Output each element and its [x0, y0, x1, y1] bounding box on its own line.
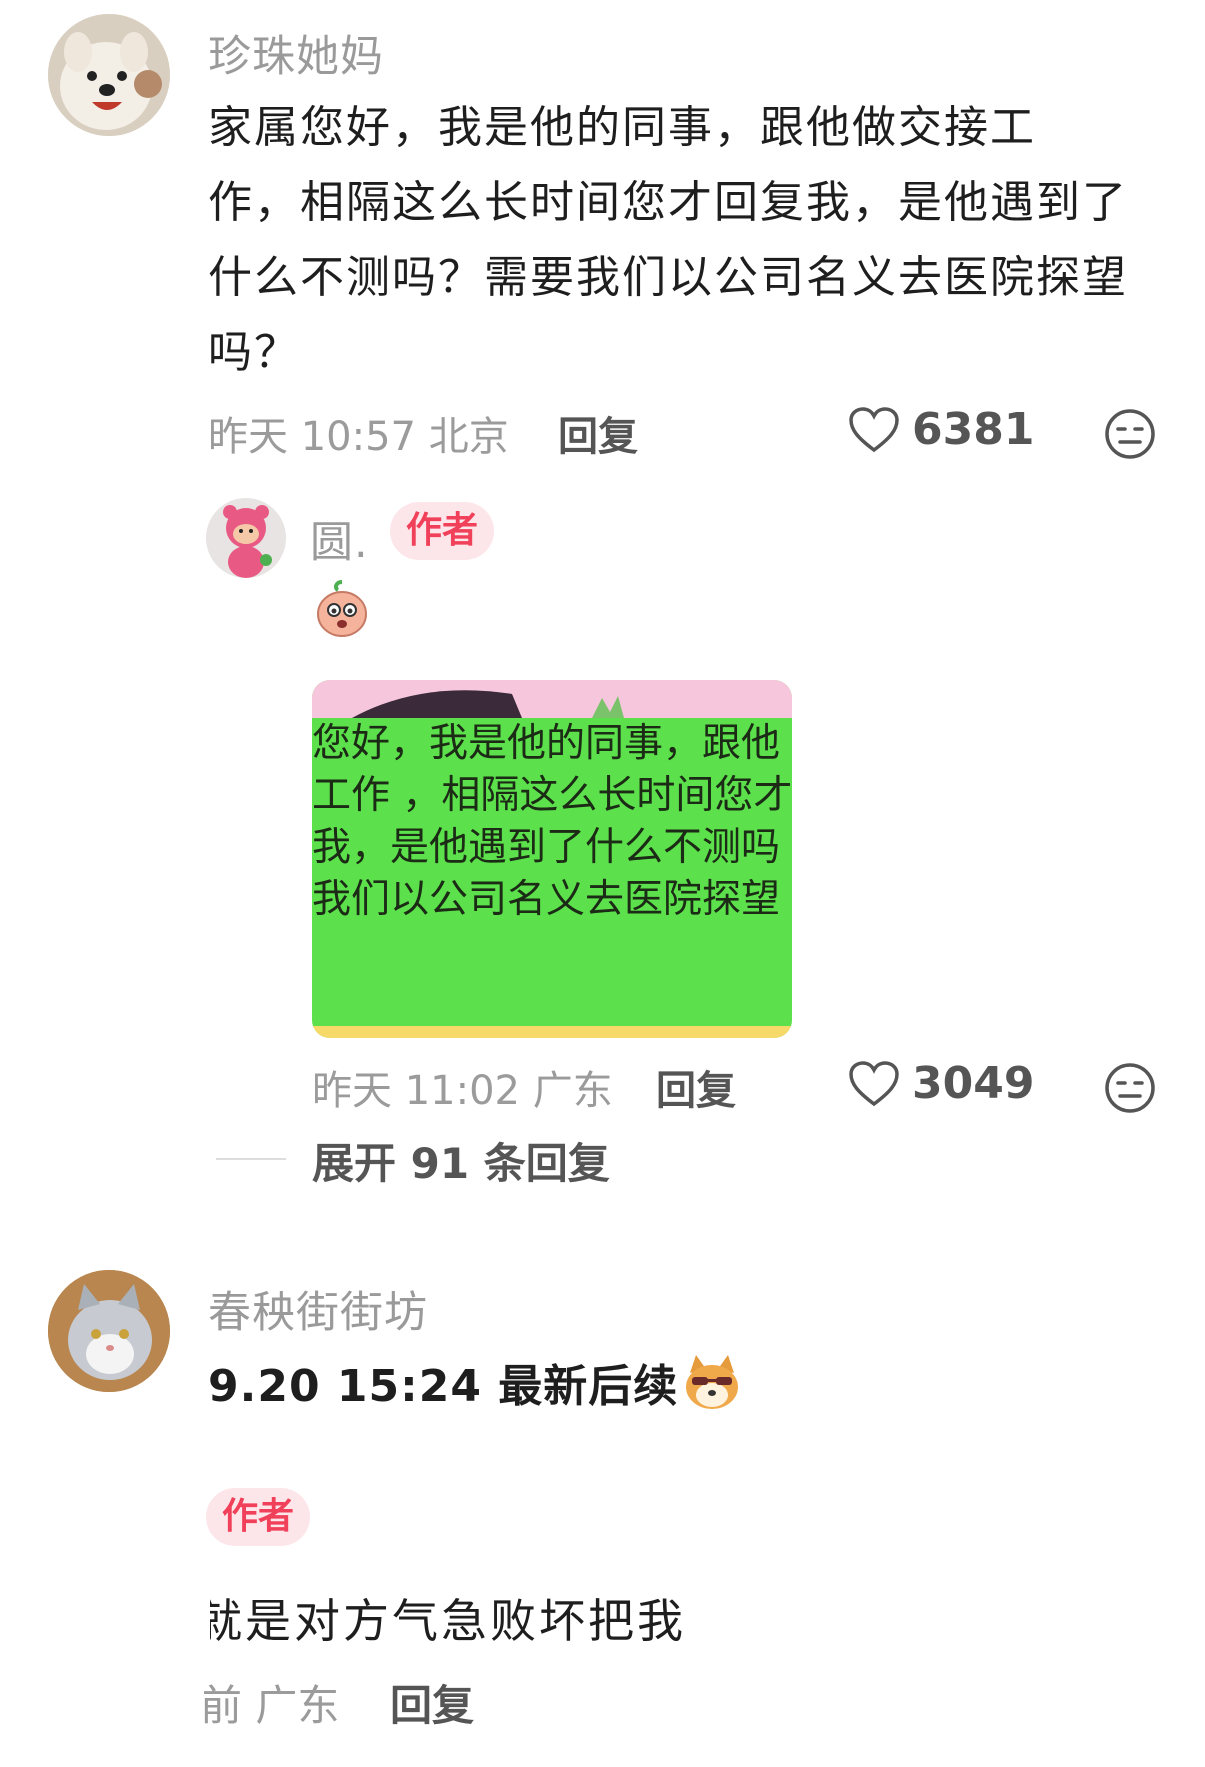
inner-reply-time: 前 广东: [200, 1681, 340, 1730]
avatar-cat[interactable]: [48, 1270, 170, 1392]
peach-shocked-emoji-icon: [314, 578, 370, 642]
dog-avatar-icon: [48, 14, 170, 136]
reply-button[interactable]: 回复: [558, 404, 638, 462]
like-button[interactable]: 6381: [848, 404, 1034, 455]
image-text-line: 工作 ，相隔这么长时间您才: [312, 773, 792, 818]
reply-button[interactable]: 回复: [656, 1058, 736, 1116]
meh-face-icon: [1105, 1063, 1155, 1113]
attached-image[interactable]: 您好，我是他的同事，跟他 工作 ，相隔这么长时间您才 我，是他遇到了什么不测吗 …: [312, 680, 792, 1038]
comment-author[interactable]: 春秧街街坊: [208, 1278, 428, 1340]
comment-time: 昨天 10:57 北京: [208, 414, 509, 460]
heart-icon: [849, 406, 899, 452]
meh-face-icon: [1105, 409, 1155, 459]
expand-replies-button[interactable]: 展开 91 条回复: [312, 1130, 610, 1191]
comment-line: 吗？: [208, 327, 300, 378]
author-badge: 作者: [206, 1488, 311, 1546]
comment-time: 昨天 11:02 广东: [312, 1068, 613, 1114]
author-badge: 作者: [390, 502, 495, 560]
image-bottom-strip: [312, 1026, 792, 1038]
comment-body: 家属您好，我是他的同事，跟他做交接工 作，相隔这么长时间您才回复我，是他遇到了 …: [208, 90, 1168, 390]
shiba-sunglasses-emoji-icon: [686, 1355, 739, 1409]
dislike-button[interactable]: [1104, 1062, 1156, 1118]
image-top-strip: [312, 680, 792, 718]
avatar-dog[interactable]: [48, 14, 170, 136]
image-text-line: 我们以公司名义去医院探望: [312, 877, 781, 922]
comment-line: 作，相隔这么长时间您才回复我，是他遇到了: [208, 177, 1128, 228]
comment-body: 9.20 15:24 最新后续: [208, 1350, 742, 1414]
comment-line: 家属您好，我是他的同事，跟他做交接工: [208, 102, 1036, 153]
image-text: 您好，我是他的同事，跟他 工作 ，相隔这么长时间您才 我，是他遇到了什么不测吗 …: [312, 718, 792, 926]
comment-author[interactable]: 圆.: [310, 508, 369, 570]
expand-divider: [216, 1158, 286, 1160]
like-button[interactable]: 3049: [848, 1058, 1034, 1109]
heart-icon: [849, 1060, 899, 1106]
cat-avatar-icon: [48, 1270, 170, 1392]
like-count: 6381: [912, 404, 1035, 455]
pink-bear-avatar-icon: [206, 498, 286, 578]
comment-author[interactable]: 珍珠她妈: [208, 22, 384, 84]
inner-reply-text: 就是对方气急败坏把我: [196, 1594, 686, 1648]
reply-button[interactable]: 回复: [390, 1672, 474, 1733]
like-count: 3049: [912, 1058, 1035, 1109]
image-text-line: 您好，我是他的同事，跟他: [312, 721, 781, 766]
image-text-line: 我，是他遇到了什么不测吗: [312, 825, 781, 870]
dislike-button[interactable]: [1104, 408, 1156, 464]
comment-text: 9.20 15:24 最新后续: [208, 1361, 679, 1412]
cartoon-fragment-icon: [352, 690, 624, 718]
comment-line: 什么不测吗？需要我们以公司名义去医院探望: [208, 252, 1128, 303]
avatar-pink-bear[interactable]: [206, 498, 286, 578]
